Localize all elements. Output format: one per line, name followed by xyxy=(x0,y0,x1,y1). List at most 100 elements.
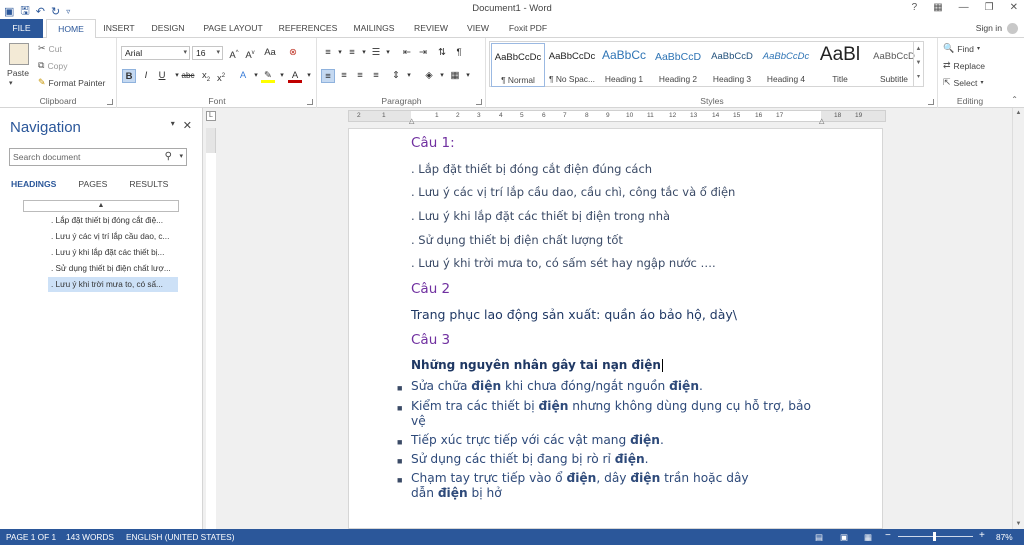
find-button[interactable]: 🔍 Find ▾ xyxy=(943,43,980,54)
print-layout-icon[interactable]: ▣ xyxy=(840,532,848,543)
pane-options-icon[interactable]: ▾ xyxy=(171,119,175,132)
tab-results[interactable]: RESULTS xyxy=(129,179,168,189)
bullet-item[interactable]: Sử dụng các thiết bị đang bị rò rỉ điện. xyxy=(411,452,649,466)
list-item[interactable]: . Lưu ý khi trời mưa to, có sấm sét hay … xyxy=(411,256,716,270)
style-normal[interactable]: AaBbCcDc ¶ Normal xyxy=(491,43,545,87)
zoom-out-button[interactable]: − xyxy=(885,530,891,541)
show-formatting-icon[interactable]: ¶ xyxy=(452,46,466,60)
ribbon-display-icon[interactable]: ▦ xyxy=(933,2,942,13)
zoom-in-button[interactable]: + xyxy=(979,530,985,541)
bullet-item[interactable]: Chạm tay trực tiếp vào ổ điện, dây điện … xyxy=(411,471,749,485)
sort-icon[interactable]: ⇅ xyxy=(435,46,449,60)
borders-dropdown-icon[interactable]: ▾ xyxy=(461,69,475,83)
tab-design[interactable]: DESIGN xyxy=(146,19,190,38)
select-button[interactable]: ⇱ Select ▾ xyxy=(943,77,983,88)
horizontal-ruler[interactable]: 2 1 1 2 3 4 5 6 7 8 9 10 11 12 13 14 15 … xyxy=(348,110,886,125)
gallery-scrollbar[interactable]: ▲ ▼ ▾ xyxy=(913,42,923,86)
styles-launcher-icon[interactable] xyxy=(928,99,934,105)
increase-indent-icon[interactable]: ⇥ xyxy=(416,46,430,60)
language-indicator[interactable]: ENGLISH (UNITED STATES) xyxy=(126,532,234,542)
paste-button[interactable]: Paste xyxy=(7,68,29,78)
heading-cau-1[interactable]: Câu 1: xyxy=(411,135,455,151)
zoom-slider-thumb[interactable] xyxy=(933,532,936,541)
change-case-icon[interactable]: Aa xyxy=(263,46,277,60)
indent-marker-icon[interactable]: △ xyxy=(409,117,414,125)
vertical-ruler[interactable] xyxy=(206,128,216,529)
bullet-item-continuation[interactable]: vệ xyxy=(411,414,426,428)
align-right-icon[interactable]: ≡ xyxy=(353,69,367,83)
tab-view[interactable]: VIEW xyxy=(460,19,496,38)
style-title[interactable]: AaBl Title xyxy=(813,43,867,87)
list-item[interactable]: . Lưu ý các vị trí lắp cầu dao, cầu chì,… xyxy=(411,185,735,199)
close-icon[interactable]: ✕ xyxy=(183,119,192,132)
line-spacing-dropdown-icon[interactable]: ▾ xyxy=(402,69,416,83)
paste-dropdown-icon[interactable]: ▾ xyxy=(9,79,13,87)
tab-insert[interactable]: INSERT xyxy=(98,19,140,38)
search-document-input[interactable]: Search document ⚲ ▾ xyxy=(9,148,187,166)
font-launcher-icon[interactable] xyxy=(307,99,313,105)
tab-pages[interactable]: PAGES xyxy=(78,179,107,189)
list-item[interactable]: . Sử dụng thiết bị điện chất lượng tốt xyxy=(411,233,623,247)
tab-foxit-pdf[interactable]: Foxit PDF xyxy=(502,19,554,38)
clear-formatting-icon[interactable]: ⊗ xyxy=(286,46,300,60)
font-size-box[interactable]: 16 ▾ xyxy=(192,46,223,60)
nav-heading-item[interactable]: . Sử dụng thiết bị điện chất lượ... xyxy=(48,261,178,276)
tab-references[interactable]: REFERENCES xyxy=(276,19,340,38)
search-dropdown-icon[interactable]: ▾ xyxy=(179,149,183,165)
collapse-ribbon-icon[interactable]: ⌃ xyxy=(1011,95,1018,104)
heading-cau-2[interactable]: Câu 2 xyxy=(411,281,450,297)
scroll-down-icon[interactable]: ▼ xyxy=(1013,521,1024,527)
italic-button[interactable]: I xyxy=(139,69,153,83)
replace-button[interactable]: ⇄ Replace xyxy=(943,60,985,71)
line-spacing-icon[interactable]: ⇕ xyxy=(389,69,403,83)
subheading-text[interactable]: Những nguyên nhân gây tai nạn điện xyxy=(411,358,663,372)
vertical-scrollbar[interactable]: ▲ ▼ xyxy=(1012,108,1024,529)
font-color-dropdown-icon[interactable]: ▾ xyxy=(302,69,316,83)
document-page[interactable]: Câu 1: . Lắp đặt thiết bị đóng cắt điện … xyxy=(348,128,883,529)
help-icon[interactable]: ? xyxy=(912,2,918,13)
shading-dropdown-icon[interactable]: ▾ xyxy=(435,69,449,83)
align-left-icon[interactable]: ≡ xyxy=(321,69,335,83)
tab-mailings[interactable]: MAILINGS xyxy=(348,19,400,38)
copy-button[interactable]: ⧉ Copy xyxy=(38,60,68,71)
style-heading-4[interactable]: AaBbCcDc Heading 4 xyxy=(759,43,813,87)
tab-headings[interactable]: HEADINGS xyxy=(11,179,56,189)
text-effects-icon[interactable]: A xyxy=(236,69,250,83)
bullet-item[interactable]: Sửa chữa điện khi chưa đóng/ngắt nguồn đ… xyxy=(411,379,703,393)
list-item[interactable]: . Lắp đặt thiết bị đóng cắt điện đúng cá… xyxy=(411,162,652,176)
subscript-button[interactable]: x2 xyxy=(199,69,213,83)
paragraph-launcher-icon[interactable] xyxy=(476,99,482,105)
highlight-dropdown-icon[interactable]: ▾ xyxy=(275,69,289,83)
shrink-font-icon[interactable]: Av xyxy=(243,46,257,61)
nav-heading-item[interactable]: . Lưu ý các vị trí lắp cầu dao, c... xyxy=(48,229,178,244)
format-painter-button[interactable]: ✎ Format Painter xyxy=(38,77,105,88)
collapse-headings-icon[interactable]: ▲ xyxy=(23,200,179,212)
read-mode-icon[interactable]: ▤ xyxy=(815,532,823,543)
bullet-item[interactable]: Tiếp xúc trực tiếp với các vật mang điện… xyxy=(411,433,664,447)
sign-in-link[interactable]: Sign in xyxy=(976,23,1002,33)
tab-file[interactable]: FILE xyxy=(0,19,43,38)
multilevel-dropdown-icon[interactable]: ▾ xyxy=(381,46,395,60)
decrease-indent-icon[interactable]: ⇤ xyxy=(400,46,414,60)
search-icon[interactable]: ⚲ xyxy=(165,149,172,165)
list-item[interactable]: . Lưu ý khi lắp đặt các thiết bị điện tr… xyxy=(411,209,670,223)
nav-heading-item[interactable]: . Lưu ý khi lắp đặt các thiết bị... xyxy=(48,245,178,260)
borders-icon[interactable]: ▦ xyxy=(448,69,462,83)
minimize-icon[interactable]: — xyxy=(959,2,969,13)
paragraph-text[interactable]: Trang phục lao động sản xuất: quần áo bả… xyxy=(411,307,737,322)
heading-cau-3[interactable]: Câu 3 xyxy=(411,332,450,348)
tab-selector-button[interactable]: L xyxy=(206,111,216,121)
cut-button[interactable]: ✂ Cut xyxy=(38,43,62,54)
scroll-up-icon[interactable]: ▲ xyxy=(1013,110,1024,116)
bullet-item[interactable]: Kiểm tra các thiết bị điện nhưng không d… xyxy=(411,399,811,413)
underline-button[interactable]: U xyxy=(155,69,169,83)
close-icon[interactable]: ✕ xyxy=(1010,2,1018,13)
superscript-button[interactable]: x2 xyxy=(214,69,228,84)
right-indent-marker-icon[interactable]: △ xyxy=(819,117,824,125)
zoom-level[interactable]: 87% xyxy=(996,532,1013,542)
bold-button[interactable]: B xyxy=(122,69,136,83)
shading-icon[interactable]: ◈ xyxy=(422,69,436,83)
tab-home[interactable]: HOME xyxy=(46,19,96,39)
highlight-icon[interactable]: ✎ xyxy=(261,69,275,83)
align-center-icon[interactable]: ≡ xyxy=(337,69,351,83)
